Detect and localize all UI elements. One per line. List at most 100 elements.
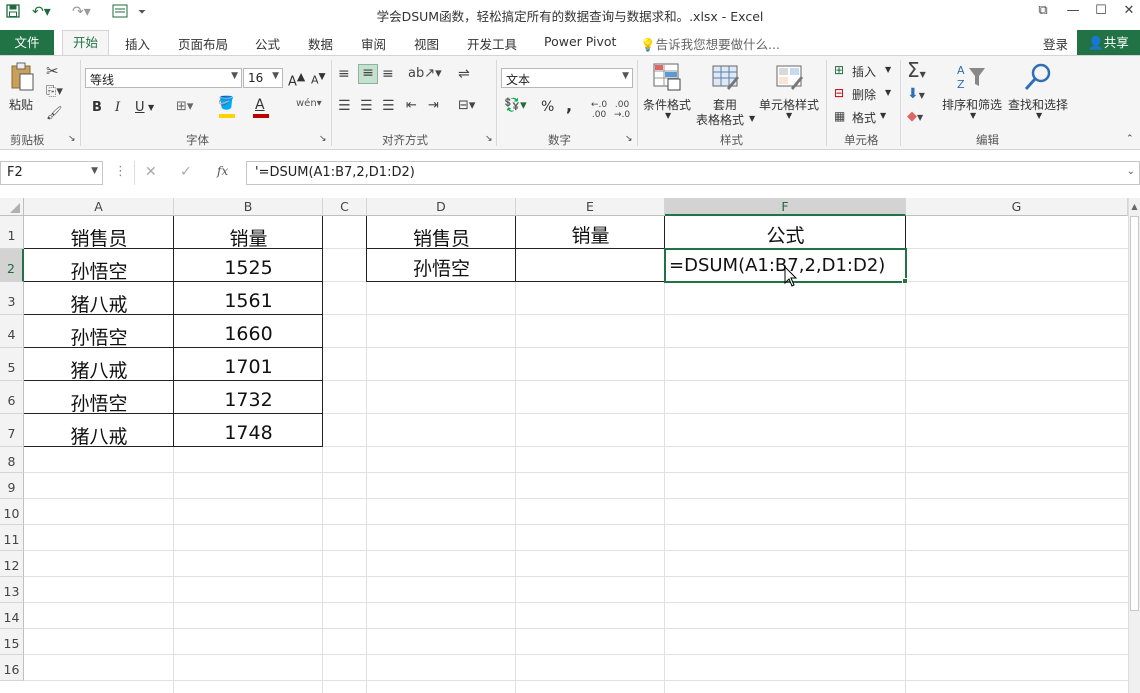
format-cells-button[interactable]: 格式	[852, 109, 876, 126]
format-as-table-icon[interactable]	[711, 62, 741, 96]
cell-a4[interactable]: 孙悟空	[24, 323, 174, 350]
row-header-11[interactable]: 11	[0, 525, 24, 551]
border-icon[interactable]: ⊞▾	[176, 99, 193, 114]
scroll-up-icon[interactable]: ▲	[1129, 202, 1140, 211]
cancel-icon[interactable]: ✕	[145, 164, 157, 180]
cell-b3[interactable]: 1561	[174, 290, 323, 312]
tab-page-layout[interactable]: 页面布局	[178, 34, 228, 53]
font-launcher-icon[interactable]: ↘	[319, 134, 327, 144]
insert-cells-button[interactable]: 插入	[852, 63, 876, 80]
column-header-f[interactable]: F	[665, 198, 906, 216]
number-launcher-icon[interactable]: ↘	[625, 134, 633, 144]
row-header-3[interactable]: 3	[0, 282, 24, 315]
copy-icon[interactable]: ⎘▾	[46, 84, 63, 99]
row-header-15[interactable]: 15	[0, 629, 24, 655]
tab-data[interactable]: 数据	[308, 34, 333, 53]
font-size-combo[interactable]: 16 ▼	[243, 68, 283, 88]
row-header-16[interactable]: 16	[0, 655, 24, 681]
tab-review[interactable]: 审阅	[361, 34, 386, 53]
row-header-12[interactable]: 12	[0, 551, 24, 577]
row-header-6[interactable]: 6	[0, 381, 24, 414]
row-header-5[interactable]: 5	[0, 348, 24, 381]
increase-indent-icon[interactable]: ⇥	[428, 98, 439, 113]
cell-a6[interactable]: 孙悟空	[24, 389, 174, 416]
tab-view[interactable]: 视图	[414, 34, 439, 53]
login-link[interactable]: 登录	[1043, 34, 1068, 53]
tab-insert[interactable]: 插入	[125, 34, 150, 53]
clipboard-launcher-icon[interactable]: ↘	[68, 134, 76, 144]
autosum-icon[interactable]: Σ▼	[907, 58, 926, 82]
format-cells-icon[interactable]: ▦	[834, 109, 845, 123]
row-header-4[interactable]: 4	[0, 315, 24, 348]
cell-b7[interactable]: 1748	[174, 422, 323, 444]
row-header-14[interactable]: 14	[0, 603, 24, 629]
comma-button[interactable]: ,	[566, 96, 572, 115]
cell-b5[interactable]: 1701	[174, 356, 323, 378]
tell-me-box[interactable]: 💡告诉我您想要做什么...	[640, 34, 780, 53]
percent-button[interactable]: %	[541, 99, 554, 115]
font-name-combo[interactable]: 等线 ▼	[85, 68, 242, 88]
cell-b2[interactable]: 1525	[174, 257, 323, 279]
worksheet-grid[interactable]: A B C D E F G 1 2 3 4 5 6 7 8 9 10 11 12…	[0, 198, 1140, 693]
merge-center-icon[interactable]: ⊟▾	[458, 98, 475, 113]
delete-cells-button[interactable]: 删除	[852, 86, 876, 103]
wrap-text-icon[interactable]: ⇌	[458, 66, 470, 82]
row-header-10[interactable]: 10	[0, 499, 24, 525]
cut-icon[interactable]: ✂	[46, 62, 59, 80]
paste-button[interactable]: 粘贴	[9, 96, 33, 113]
ribbon-display-icon[interactable]: ⧉	[1031, 3, 1055, 18]
share-button[interactable]: 👤共享	[1077, 30, 1140, 55]
tab-file[interactable]: 文件	[0, 30, 54, 55]
insert-cells-icon[interactable]: ⊞	[834, 63, 844, 77]
align-launcher-icon[interactable]: ↘	[485, 134, 493, 144]
conditional-format-icon[interactable]	[652, 62, 682, 96]
row-header-7[interactable]: 7	[0, 414, 24, 447]
fill-color-icon[interactable]: 🪣	[218, 96, 234, 111]
increase-font-icon[interactable]: A▲	[288, 70, 305, 89]
chevron-down-icon[interactable]: ▼	[148, 103, 154, 112]
cell-a1[interactable]: 销售员	[24, 224, 174, 251]
align-middle-icon[interactable]: ≡	[358, 64, 378, 84]
expand-formula-icon[interactable]: ⌄	[1127, 166, 1135, 177]
decrease-indent-icon[interactable]: ⇤	[406, 98, 417, 113]
find-select-icon[interactable]	[1023, 62, 1053, 96]
decrease-decimal-icon[interactable]: .00 →.0	[614, 100, 630, 120]
row-header-8[interactable]: 8	[0, 447, 24, 473]
enter-icon[interactable]: ✓	[180, 164, 192, 180]
cell-e1[interactable]: 销量	[516, 221, 665, 248]
row-header-13[interactable]: 13	[0, 577, 24, 603]
row-header-9[interactable]: 9	[0, 473, 24, 499]
align-top-icon[interactable]: ≡	[338, 66, 350, 82]
align-center-icon[interactable]: ☰	[360, 98, 373, 114]
tab-home[interactable]: 开始	[62, 30, 110, 56]
cell-a5[interactable]: 猪八戒	[24, 356, 174, 383]
fill-handle[interactable]	[902, 278, 908, 284]
formula-input[interactable]: '=DSUM(A1:B7,2,D1:D2) ⌄	[246, 161, 1140, 185]
cell-b1[interactable]: 销量	[174, 224, 323, 251]
tab-formulas[interactable]: 公式	[255, 34, 280, 53]
cell-d2[interactable]: 孙悟空	[367, 254, 516, 281]
bold-button[interactable]: B	[92, 100, 102, 115]
cell-b4[interactable]: 1660	[174, 323, 323, 345]
sort-filter-icon[interactable]: AZ	[955, 62, 987, 96]
underline-button[interactable]: U	[135, 100, 145, 115]
row-header-1[interactable]: 1	[0, 216, 24, 249]
fill-icon[interactable]: ⬇▼	[907, 86, 925, 102]
minimize-icon[interactable]: —	[1061, 3, 1085, 18]
cell-a2[interactable]: 孙悟空	[24, 257, 174, 284]
close-icon[interactable]: ✕	[1117, 3, 1140, 18]
column-header-b[interactable]: B	[174, 198, 323, 216]
vertical-scrollbar[interactable]: ▲	[1128, 198, 1140, 693]
tab-power-pivot[interactable]: Power Pivot	[544, 34, 616, 49]
align-left-icon[interactable]: ☰	[338, 98, 351, 114]
cell-d1[interactable]: 销售员	[367, 224, 516, 251]
paste-icon[interactable]	[8, 62, 36, 92]
cell-a7[interactable]: 猪八戒	[24, 422, 174, 449]
orientation-icon[interactable]: ab↗▾	[408, 66, 442, 81]
column-header-e[interactable]: E	[516, 198, 665, 216]
align-bottom-icon[interactable]: ≡	[382, 66, 394, 82]
decrease-font-icon[interactable]: A▼	[311, 71, 326, 87]
delete-cells-icon[interactable]: ⊟	[834, 86, 844, 100]
phonetic-icon[interactable]: wén▾	[296, 98, 322, 109]
format-as-table-label2[interactable]: 表格格式	[696, 111, 744, 128]
